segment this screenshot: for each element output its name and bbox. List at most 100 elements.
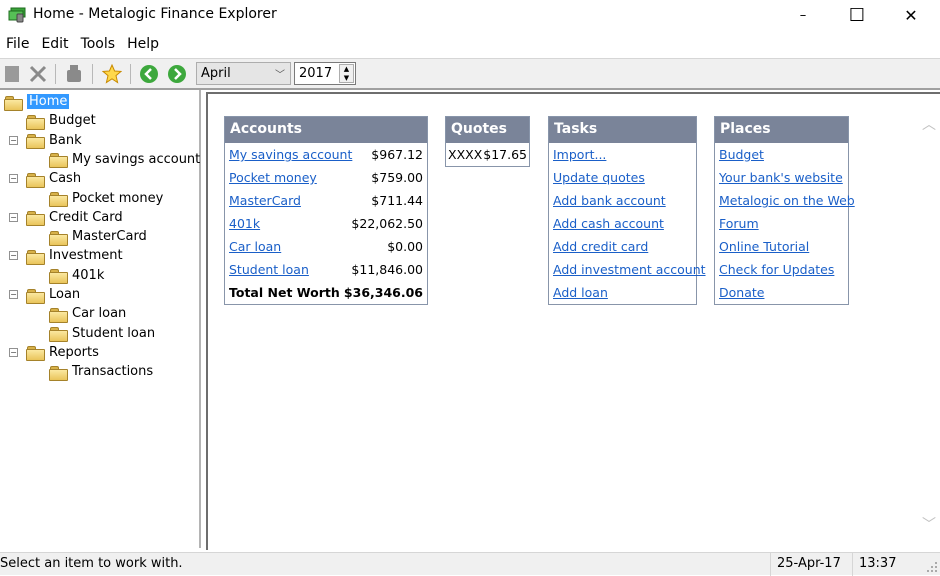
tree-item-label: Pocket money: [72, 190, 164, 206]
account-link[interactable]: Car loan: [229, 239, 281, 254]
tree-item-label: Cash: [49, 171, 82, 187]
account-link[interactable]: Pocket money: [229, 170, 317, 185]
place-row: Online Tutorial: [715, 235, 848, 258]
folder-icon: [26, 288, 45, 304]
favorite-button[interactable]: [101, 63, 123, 85]
account-balance: $759.00: [371, 170, 423, 185]
menu-edit[interactable]: Edit: [35, 34, 74, 56]
close-button[interactable]: ✕: [888, 0, 934, 30]
tree-item[interactable]: Car loan: [49, 304, 126, 323]
task-row: Update quotes: [549, 166, 696, 189]
tree-item-label: Bank: [49, 132, 82, 148]
collapse-icon[interactable]: −: [9, 212, 18, 222]
place-row: Check for Updates: [715, 258, 848, 281]
tree-item[interactable]: Transactions: [49, 362, 153, 381]
tree-item[interactable]: Reports: [26, 343, 99, 362]
spin-down-icon[interactable]: ▼: [340, 74, 353, 83]
task-link[interactable]: Add credit card: [553, 239, 648, 254]
tree-item[interactable]: 401k: [49, 266, 104, 285]
maximize-button[interactable]: ☐: [834, 0, 880, 30]
account-balance: $0.00: [387, 239, 423, 254]
collapse-icon[interactable]: −: [9, 290, 18, 299]
close-icon: ✕: [904, 5, 918, 25]
forward-button[interactable]: [166, 63, 188, 85]
delete-button[interactable]: [27, 63, 49, 85]
place-row: Donate: [715, 281, 848, 304]
resize-grip-icon[interactable]: [926, 561, 938, 573]
status-bar: Select an item to work with. 25-Apr-17 1…: [0, 552, 940, 576]
tree-item-label: Loan: [49, 287, 81, 302]
place-link[interactable]: Your bank's website: [719, 170, 843, 185]
chevron-down-icon: ﹀: [275, 70, 285, 81]
tree-item-label: Home: [27, 94, 70, 109]
collapse-icon[interactable]: −: [9, 347, 18, 357]
task-link[interactable]: Add loan: [553, 285, 608, 300]
scroll-up-icon[interactable]: ︿: [922, 114, 936, 134]
menu-tools[interactable]: Tools: [75, 34, 122, 56]
print-button[interactable]: [63, 63, 85, 85]
place-link[interactable]: Check for Updates: [719, 262, 834, 277]
toolbar-separator: [130, 64, 131, 84]
new-button[interactable]: [1, 63, 23, 85]
account-link[interactable]: Student loan: [229, 262, 309, 277]
task-link[interactable]: Add investment account: [553, 262, 706, 277]
folder-icon: [49, 365, 68, 381]
place-link[interactable]: Forum: [719, 216, 759, 231]
task-row: Import...: [549, 143, 696, 166]
favorite-star-icon: [102, 64, 122, 84]
collapse-icon[interactable]: −: [9, 135, 18, 145]
tree-item-label: 401k: [72, 267, 105, 283]
tree-item[interactable]: Budget: [26, 111, 96, 130]
scroll-down-icon[interactable]: ﹀: [922, 514, 936, 534]
place-row: Forum: [715, 212, 848, 235]
folder-icon: [26, 172, 45, 188]
tree-item[interactable]: MasterCard: [49, 227, 147, 246]
place-row: Your bank's website: [715, 166, 848, 189]
account-link[interactable]: My savings account: [229, 147, 352, 162]
folder-icon: [49, 191, 68, 207]
spin-up-icon[interactable]: ▲: [340, 65, 353, 74]
folder-icon: [26, 133, 45, 150]
task-link[interactable]: Add bank account: [553, 193, 666, 208]
account-link[interactable]: 401k: [229, 216, 260, 231]
tree-item[interactable]: Pocket money: [49, 189, 163, 208]
menu-file[interactable]: File: [0, 34, 35, 56]
account-row: MasterCard $711.44: [225, 189, 427, 212]
account-row: Pocket money $759.00: [225, 166, 427, 189]
place-link[interactable]: Online Tutorial: [719, 239, 809, 254]
tree-item[interactable]: Cash: [26, 169, 81, 188]
tree-item-label: Investment: [49, 248, 123, 264]
tree-item[interactable]: Investment: [26, 246, 123, 265]
account-link[interactable]: MasterCard: [229, 193, 301, 208]
tree-item[interactable]: Student loan: [49, 324, 155, 343]
account-row: 401k $22,062.50: [225, 212, 427, 235]
year-spinner[interactable]: 2017 ▲ ▼: [294, 62, 356, 85]
back-button[interactable]: [138, 63, 160, 85]
task-row: Add investment account: [549, 258, 706, 281]
tree-item-label: Transactions: [72, 364, 154, 380]
tree-item-label: Reports: [49, 344, 99, 360]
place-link[interactable]: Donate: [719, 285, 764, 300]
toolbar: April ﹀ 2017 ▲ ▼: [0, 58, 940, 90]
account-row: Student loan $11,846.00: [225, 258, 427, 281]
place-link[interactable]: Budget: [719, 147, 764, 162]
tree-item[interactable]: Bank: [26, 131, 82, 150]
delete-icon: [29, 65, 47, 83]
task-link[interactable]: Import...: [553, 147, 606, 162]
tree-item[interactable]: Home: [4, 92, 70, 111]
toolbar-separator: [55, 64, 56, 84]
month-select[interactable]: April ﹀: [196, 62, 291, 85]
menu-help[interactable]: Help: [121, 34, 165, 56]
task-link[interactable]: Update quotes: [553, 170, 645, 185]
folder-icon: [26, 249, 45, 265]
place-link[interactable]: Metalogic on the Web: [719, 193, 855, 208]
collapse-icon[interactable]: −: [9, 251, 18, 261]
window-title: Home - Metalogic Finance Explorer: [33, 6, 277, 22]
account-balance: $11,846.00: [351, 262, 423, 277]
tree-item[interactable]: My savings account: [49, 150, 200, 169]
tree-item[interactable]: Credit Card: [26, 208, 123, 227]
collapse-icon[interactable]: −: [9, 174, 18, 184]
tree-item[interactable]: Loan: [26, 285, 80, 304]
task-link[interactable]: Add cash account: [553, 216, 664, 231]
minimize-button[interactable]: –: [780, 0, 826, 30]
